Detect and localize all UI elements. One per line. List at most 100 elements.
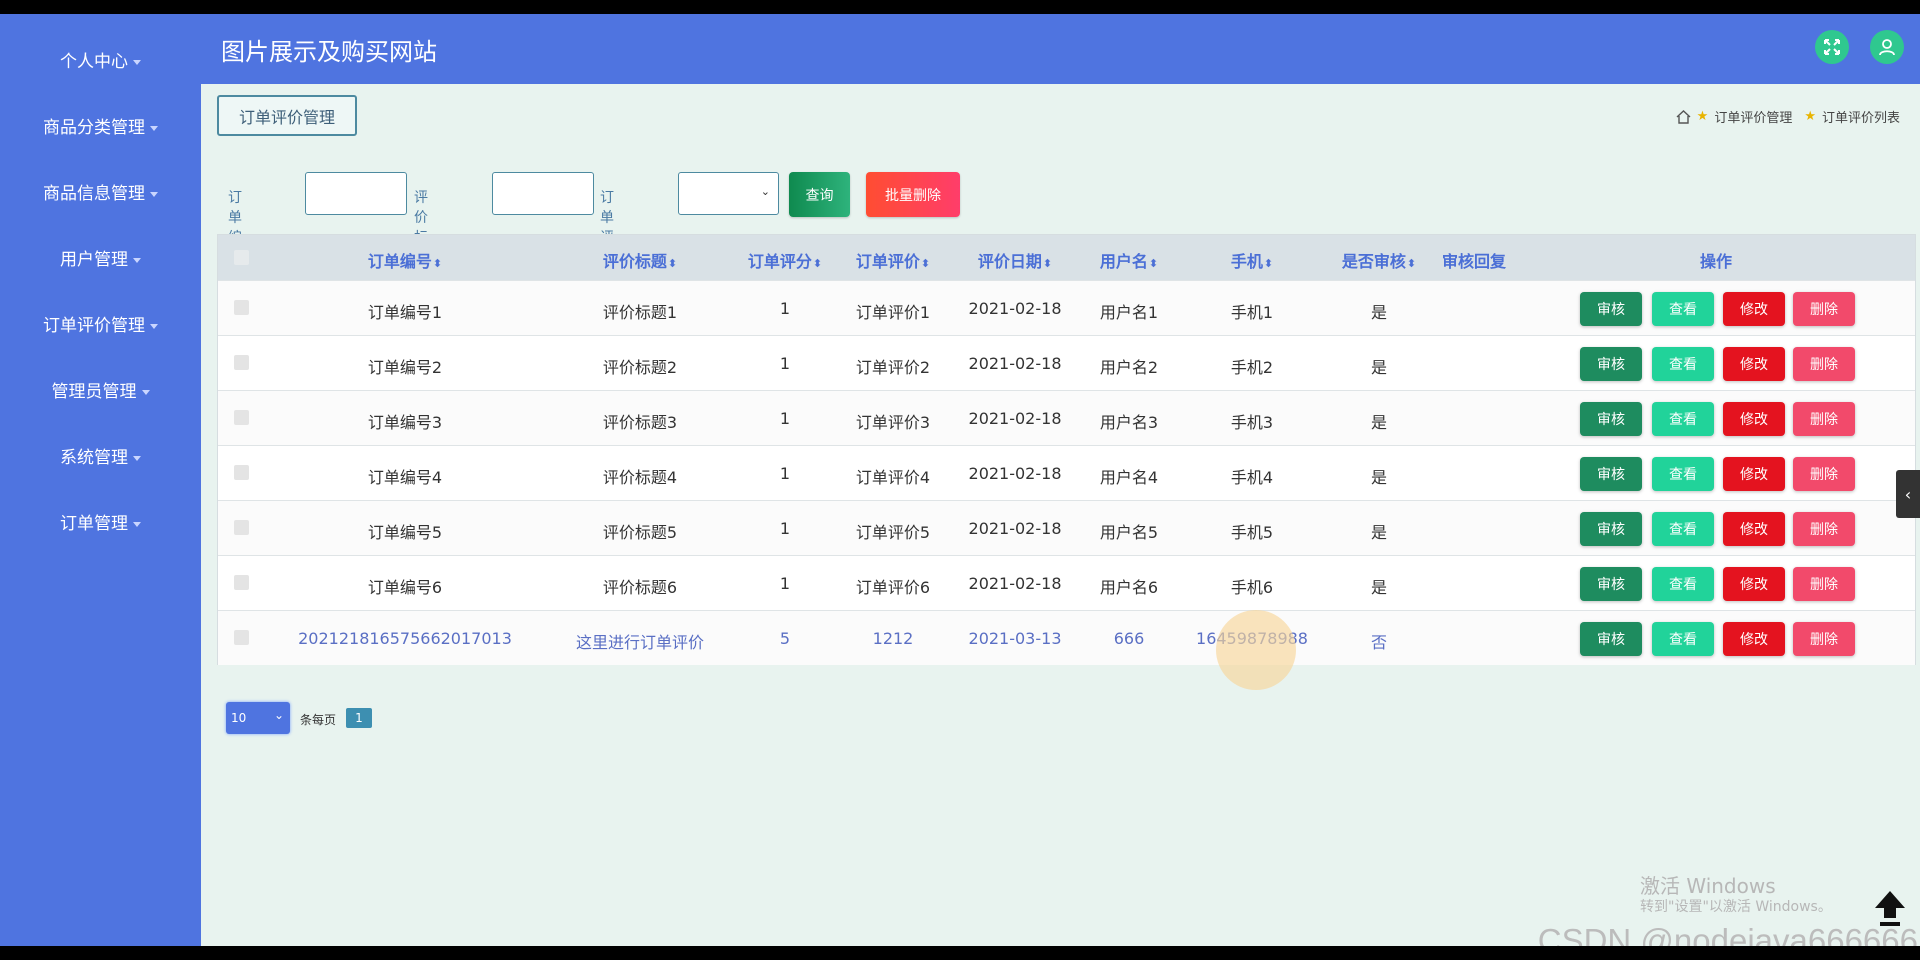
row-checkbox[interactable] [234, 630, 249, 645]
sidebar-item-system[interactable]: 系统管理 [0, 443, 201, 468]
edit-button[interactable]: 修改 [1723, 292, 1785, 326]
audit-button[interactable]: 审核 [1580, 347, 1642, 381]
chevron-down-icon [150, 191, 158, 197]
column-header-date[interactable]: 评价日期⬍ [978, 248, 1052, 272]
page-size-select[interactable]: 10 ⌄ [226, 702, 290, 734]
view-button[interactable]: 查看 [1652, 402, 1714, 436]
edit-button[interactable]: 修改 [1723, 402, 1785, 436]
column-header-review-title[interactable]: 评价标题⬍ [603, 248, 677, 272]
edit-button[interactable]: 修改 [1723, 622, 1785, 656]
delete-button[interactable]: 删除 [1793, 622, 1855, 656]
phone-cell: 手机1 [1230, 303, 1274, 322]
sidebar-item-personal-center[interactable]: 个人中心 [0, 47, 201, 72]
date-cell: 2021-02-18 [968, 464, 1062, 483]
fullscreen-button[interactable] [1815, 30, 1849, 64]
user-profile-button[interactable] [1870, 30, 1904, 64]
review-title-cell: 评价标题2 [602, 358, 678, 377]
audit-button[interactable]: 审核 [1580, 622, 1642, 656]
back-to-top-icon[interactable] [1872, 888, 1908, 928]
chevron-down-icon [133, 521, 141, 527]
audited-cell: 是 [1370, 468, 1388, 487]
edit-button[interactable]: 修改 [1723, 347, 1785, 381]
row-checkbox[interactable] [234, 410, 249, 425]
view-button[interactable]: 查看 [1652, 512, 1714, 546]
delete-button[interactable]: 删除 [1793, 512, 1855, 546]
chevron-down-icon [133, 59, 141, 65]
sidebar-item-label: 订单管理 [60, 514, 128, 534]
breadcrumb: ★ 订单评价管理 ★ 订单评价列表 [1676, 107, 1900, 126]
table-row: 订单编号3 评价标题3 1 订单评价3 2021-02-18 用户名3 手机3 是 审核 查看 修改… [218, 390, 1915, 445]
audit-button[interactable]: 审核 [1580, 567, 1642, 601]
sort-icon: ⬍ [1148, 257, 1159, 270]
row-checkbox[interactable] [234, 355, 249, 370]
batch-delete-button[interactable]: 批量删除 [866, 172, 960, 217]
phone-cell: 手机2 [1230, 358, 1274, 377]
rating-cell: 1 [779, 464, 791, 483]
app-frame: 个人中心 商品分类管理 商品信息管理 用户管理 订单评价管理 管理员管理 系统管… [0, 14, 1920, 946]
sidebar-item-label: 用户管理 [60, 250, 128, 270]
chevron-down-icon [133, 257, 141, 263]
delete-button[interactable]: 删除 [1793, 347, 1855, 381]
edit-button[interactable]: 修改 [1723, 457, 1785, 491]
sidebar-item-label: 商品分类管理 [43, 118, 145, 138]
sidebar-item-users[interactable]: 用户管理 [0, 245, 201, 270]
view-button[interactable]: 查看 [1652, 622, 1714, 656]
view-button[interactable]: 查看 [1652, 567, 1714, 601]
table-row: 202121816575662017013 这里进行订单评价 5 1212 2021-0… [218, 610, 1915, 665]
csdn-watermark: CSDN @nodejava666666 [1537, 922, 1918, 946]
windows-activate-title: 激活 Windows [1640, 874, 1776, 898]
table-row: 订单编号2 评价标题2 1 订单评价2 2021-02-18 用户名2 手机2 是 审核 查看 修改… [218, 335, 1915, 390]
expand-icon [1824, 39, 1840, 55]
home-icon[interactable] [1676, 109, 1691, 124]
query-button[interactable]: 查询 [789, 172, 850, 217]
phone-cell: 手机4 [1230, 468, 1274, 487]
audit-button[interactable]: 审核 [1580, 512, 1642, 546]
review-title-input[interactable] [492, 172, 594, 215]
column-header-order-no[interactable]: 订单编号⬍ [368, 248, 442, 272]
sort-icon: ⬍ [812, 257, 823, 270]
review-cell: 订单评价3 [855, 413, 931, 432]
audited-cell: 是 [1370, 358, 1388, 377]
sidebar-item-category[interactable]: 商品分类管理 [0, 113, 201, 138]
audit-button[interactable]: 审核 [1580, 457, 1642, 491]
row-checkbox[interactable] [234, 300, 249, 315]
delete-button[interactable]: 删除 [1793, 402, 1855, 436]
row-checkbox[interactable] [234, 520, 249, 535]
delete-button[interactable]: 删除 [1793, 457, 1855, 491]
column-header-audit-reply: 审核回复 [1441, 252, 1507, 271]
rating-cell: 1 [779, 519, 791, 538]
order-no-input[interactable] [305, 172, 407, 215]
column-header-phone[interactable]: 手机⬍ [1231, 248, 1273, 272]
delete-button[interactable]: 删除 [1793, 567, 1855, 601]
column-header-username[interactable]: 用户名⬍ [1100, 248, 1158, 272]
sidebar-item-orders[interactable]: 订单管理 [0, 509, 201, 534]
sidebar-item-product[interactable]: 商品信息管理 [0, 179, 201, 204]
audit-button[interactable]: 审核 [1580, 402, 1642, 436]
column-header-review[interactable]: 订单评价⬍ [856, 248, 930, 272]
edit-button[interactable]: 修改 [1723, 567, 1785, 601]
sidebar-item-admin[interactable]: 管理员管理 [0, 377, 201, 402]
collapse-panel-button[interactable]: ‹ [1896, 470, 1920, 518]
edit-button[interactable]: 修改 [1723, 512, 1785, 546]
select-all-checkbox[interactable] [234, 250, 249, 265]
order-no-cell: 订单编号1 [367, 303, 443, 322]
audit-button[interactable]: 审核 [1580, 292, 1642, 326]
username-cell: 用户名3 [1099, 413, 1159, 432]
page-button-current[interactable]: 1 [346, 708, 372, 728]
column-header-audited[interactable]: 是否审核⬍ [1342, 248, 1416, 272]
row-checkbox[interactable] [234, 575, 249, 590]
breadcrumb-item[interactable]: 订单评价管理 [1714, 107, 1792, 126]
row-checkbox[interactable] [234, 465, 249, 480]
review-cell: 订单评价2 [855, 358, 931, 377]
review-title-cell: 评价标题6 [602, 578, 678, 597]
delete-button[interactable]: 删除 [1793, 292, 1855, 326]
sidebar-item-label: 管理员管理 [51, 382, 137, 402]
sidebar-item-order-review[interactable]: 订单评价管理 [0, 311, 201, 336]
order-no-cell: 订单编号6 [367, 578, 443, 597]
rating-select[interactable]: ⌄ [678, 172, 779, 215]
view-button[interactable]: 查看 [1652, 292, 1714, 326]
review-title-cell: 这里进行订单评价 [575, 633, 705, 652]
view-button[interactable]: 查看 [1652, 457, 1714, 491]
view-button[interactable]: 查看 [1652, 347, 1714, 381]
column-header-rating[interactable]: 订单评分⬍ [748, 248, 822, 272]
